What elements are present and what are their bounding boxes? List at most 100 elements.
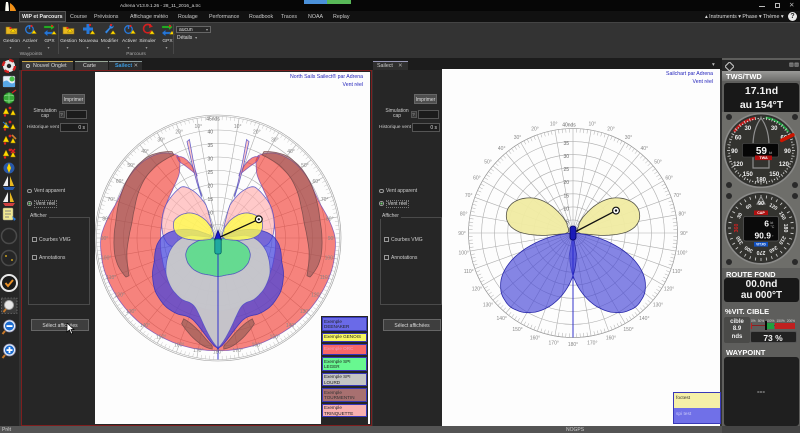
svg-text:10°: 10° xyxy=(550,122,558,128)
svg-text:80°: 80° xyxy=(460,212,468,218)
svg-text:110°: 110° xyxy=(106,274,116,280)
svg-text:50°: 50° xyxy=(484,160,492,166)
svg-text:6: 6 xyxy=(764,219,769,229)
svg-text:140°: 140° xyxy=(497,316,507,322)
svg-text:80°: 80° xyxy=(326,216,334,222)
svg-text:110°: 110° xyxy=(672,269,682,275)
svg-text:20°: 20° xyxy=(607,127,615,133)
svg-text:90°: 90° xyxy=(458,231,466,237)
svg-text:5: 5 xyxy=(566,219,569,225)
svg-text:10°: 10° xyxy=(234,124,242,130)
svg-text:150°: 150° xyxy=(156,334,166,340)
svg-text:160°: 160° xyxy=(530,335,540,341)
svg-text:150°: 150° xyxy=(623,327,633,333)
svg-text:20°: 20° xyxy=(253,129,261,135)
svg-text:10: 10 xyxy=(207,210,213,216)
svg-text:20: 20 xyxy=(207,183,213,189)
svg-text:360: 360 xyxy=(734,224,740,233)
svg-text:180°: 180° xyxy=(213,349,223,355)
svg-text:120°: 120° xyxy=(115,292,125,298)
svg-text:150°: 150° xyxy=(512,327,522,333)
svg-text:20°: 20° xyxy=(175,129,183,135)
svg-text:CAP: CAP xyxy=(757,211,765,215)
svg-text:140°: 140° xyxy=(639,316,649,322)
svg-text:170°: 170° xyxy=(587,340,597,346)
svg-text:80°: 80° xyxy=(102,216,110,222)
svg-text:150: 150 xyxy=(743,172,754,178)
svg-text:40°: 40° xyxy=(641,146,649,152)
svg-text:140°: 140° xyxy=(140,322,150,328)
svg-text:60°: 60° xyxy=(313,179,321,185)
svg-text:100°: 100° xyxy=(101,255,111,261)
svg-text:30: 30 xyxy=(563,154,569,160)
svg-text:140°: 140° xyxy=(286,322,296,328)
svg-text:180: 180 xyxy=(782,224,788,233)
svg-text:40: 40 xyxy=(207,129,213,135)
svg-text:30°: 30° xyxy=(514,135,522,141)
svg-text:90.9: 90.9 xyxy=(754,231,771,241)
svg-text:30°: 30° xyxy=(625,135,633,141)
svg-text:35: 35 xyxy=(563,141,569,147)
svg-text:180: 180 xyxy=(756,178,767,184)
svg-text:120°: 120° xyxy=(664,287,674,293)
svg-text:30°: 30° xyxy=(271,137,279,143)
svg-text:170°: 170° xyxy=(193,347,203,353)
svg-text:270: 270 xyxy=(757,249,766,255)
svg-text:90°: 90° xyxy=(328,236,336,242)
svg-text:15: 15 xyxy=(563,193,569,199)
svg-text:50°: 50° xyxy=(127,163,135,169)
svg-text:90°: 90° xyxy=(101,236,109,242)
svg-text:160°: 160° xyxy=(606,335,616,341)
svg-text:°C: °C xyxy=(771,225,775,229)
svg-text:130°: 130° xyxy=(653,302,663,308)
svg-text:70°: 70° xyxy=(674,193,682,199)
svg-text:40°: 40° xyxy=(287,149,295,155)
svg-text:30: 30 xyxy=(207,156,213,162)
svg-text:70°: 70° xyxy=(465,193,473,199)
svg-text:15: 15 xyxy=(207,197,213,203)
svg-text:100°: 100° xyxy=(459,250,469,256)
svg-text:TWA: TWA xyxy=(759,156,768,160)
svg-text:120: 120 xyxy=(733,162,744,168)
svg-text:170°: 170° xyxy=(233,347,243,353)
svg-text:110°: 110° xyxy=(464,269,474,275)
svg-text:25: 25 xyxy=(207,170,213,176)
svg-text:20°: 20° xyxy=(531,127,539,133)
svg-text:100°: 100° xyxy=(677,250,687,256)
svg-text:60°: 60° xyxy=(473,176,481,182)
svg-text:40°: 40° xyxy=(498,146,506,152)
svg-text:60: 60 xyxy=(735,136,742,142)
svg-text:130°: 130° xyxy=(126,309,136,315)
svg-text:10°: 10° xyxy=(589,122,597,128)
svg-text:130°: 130° xyxy=(300,309,310,315)
svg-text:25: 25 xyxy=(563,167,569,173)
svg-text:90: 90 xyxy=(731,149,738,155)
svg-text:130°: 130° xyxy=(483,302,493,308)
svg-text:150°: 150° xyxy=(270,334,280,340)
svg-text:180°: 180° xyxy=(568,342,578,348)
svg-text:110°: 110° xyxy=(320,274,330,280)
svg-text:90: 90 xyxy=(758,201,764,207)
svg-text:60°: 60° xyxy=(116,179,124,185)
svg-text:100°: 100° xyxy=(325,255,335,261)
svg-text:70°: 70° xyxy=(108,197,116,203)
svg-text:120: 120 xyxy=(779,162,790,168)
svg-text:160°: 160° xyxy=(252,342,262,348)
svg-text:70°: 70° xyxy=(321,197,329,203)
svg-text:170°: 170° xyxy=(549,340,559,346)
svg-text:30: 30 xyxy=(744,126,751,132)
svg-text:150: 150 xyxy=(769,172,780,178)
svg-text:10: 10 xyxy=(563,206,569,212)
svg-text:30°: 30° xyxy=(157,137,165,143)
svg-text:120°: 120° xyxy=(472,287,482,293)
svg-text:20: 20 xyxy=(563,180,569,186)
svg-text:90: 90 xyxy=(784,149,791,155)
svg-text:90°: 90° xyxy=(680,231,688,237)
svg-text:35: 35 xyxy=(207,143,213,149)
svg-text:40°: 40° xyxy=(141,149,149,155)
svg-text:40nds: 40nds xyxy=(562,123,576,129)
svg-text:10°: 10° xyxy=(195,124,203,130)
svg-text:VIT.FD: VIT.FD xyxy=(756,243,766,247)
svg-text:160°: 160° xyxy=(174,342,184,348)
svg-text:30: 30 xyxy=(771,126,778,132)
